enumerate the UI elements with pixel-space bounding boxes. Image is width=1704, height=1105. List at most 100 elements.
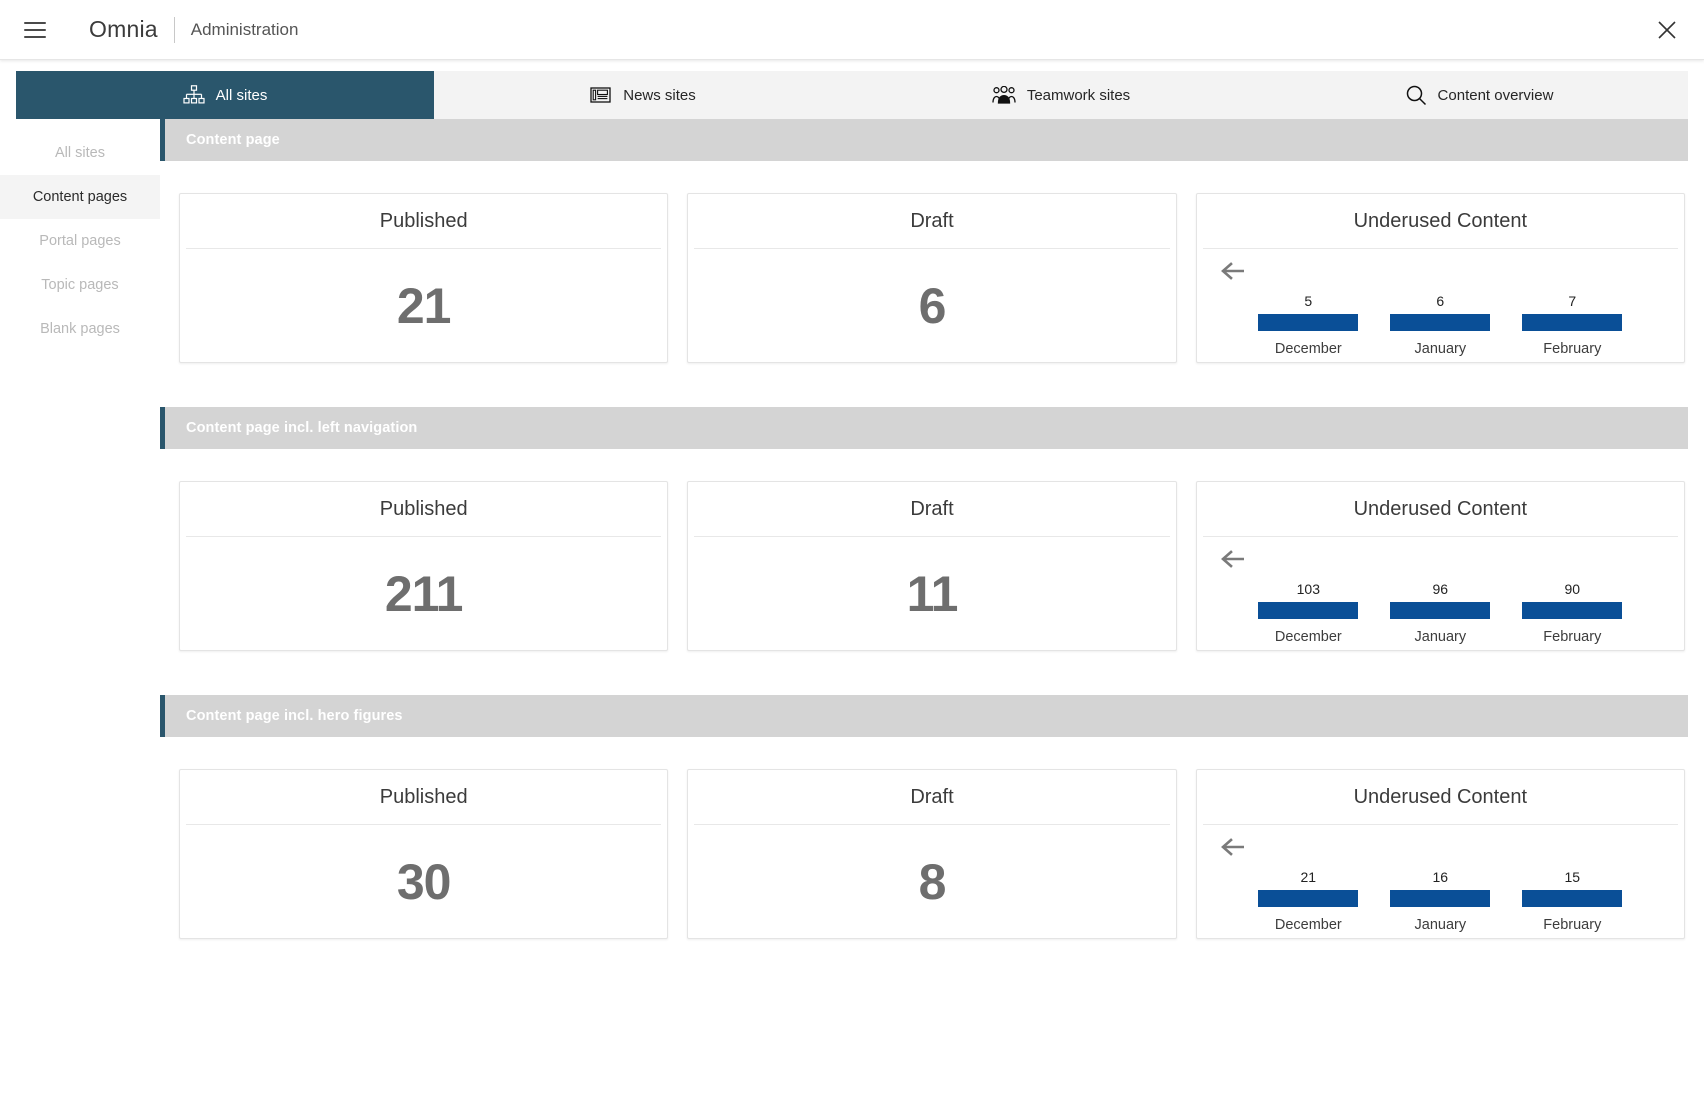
card-body: 21 December 16 January 15 February bbox=[1197, 825, 1684, 938]
page-subtitle: Administration bbox=[190, 19, 299, 39]
search-icon bbox=[1405, 84, 1427, 106]
card-title: Published bbox=[186, 770, 662, 825]
card-title: Underused Content bbox=[1202, 482, 1678, 537]
card-title: Underused Content bbox=[1202, 770, 1678, 825]
back-arrow-icon[interactable] bbox=[1219, 257, 1247, 285]
hamburger-menu-icon[interactable] bbox=[24, 21, 46, 38]
draft-count: 8 bbox=[918, 853, 947, 910]
bar-rect bbox=[1258, 889, 1359, 907]
sidebar-item-label: All sites bbox=[55, 145, 105, 161]
card-title: Published bbox=[186, 482, 662, 537]
bar-value: 96 bbox=[1432, 580, 1449, 597]
back-arrow-icon[interactable] bbox=[1219, 833, 1247, 861]
bar-column: 16 January bbox=[1390, 870, 1491, 933]
bar-rect bbox=[1522, 889, 1623, 907]
published-count: 30 bbox=[396, 853, 452, 910]
sidebar-item-topic-pages[interactable]: Topic pages bbox=[0, 263, 160, 307]
sidebar-item-all-sites[interactable]: All sites bbox=[0, 131, 160, 175]
sitemap-icon bbox=[183, 85, 205, 105]
bar-value: 21 bbox=[1300, 868, 1317, 885]
bar-label: January bbox=[1414, 340, 1467, 357]
bar-label: December bbox=[1274, 916, 1342, 933]
tab-label: Content overview bbox=[1437, 86, 1554, 104]
back-arrow-icon[interactable] bbox=[1219, 545, 1247, 573]
bar-column: 90 February bbox=[1522, 582, 1623, 645]
bar-rect bbox=[1258, 601, 1359, 619]
draft-card: Draft 8 bbox=[687, 769, 1177, 939]
sidebar-item-label: Portal pages bbox=[39, 233, 121, 249]
bar-chart: 21 December 16 January 15 February bbox=[1197, 870, 1684, 933]
bar-label: December bbox=[1274, 628, 1342, 645]
top-bar: Omnia Administration bbox=[0, 0, 1704, 60]
tab-news-sites[interactable]: News sites bbox=[434, 71, 852, 119]
card-body: 5 December 6 January 7 February bbox=[1197, 249, 1684, 362]
sidebar-item-content-pages[interactable]: Content pages bbox=[0, 175, 160, 219]
underused-content-card: Underused Content 21 December 16 January… bbox=[1195, 769, 1685, 939]
section-header: Content page incl. left navigation bbox=[160, 407, 1688, 449]
published-card: Published 211 bbox=[179, 481, 669, 651]
tab-label: Teamwork sites bbox=[1026, 86, 1131, 104]
bar-rect bbox=[1390, 313, 1491, 331]
sidebar-item-portal-pages[interactable]: Portal pages bbox=[0, 219, 160, 263]
bar-label: February bbox=[1543, 628, 1602, 645]
tab-content-overview[interactable]: Content overview bbox=[1270, 71, 1688, 119]
draft-count: 11 bbox=[906, 565, 959, 622]
bar-column: 21 December bbox=[1258, 868, 1359, 933]
bar-chart: 5 December 6 January 7 February bbox=[1197, 294, 1684, 357]
bar-rect bbox=[1258, 313, 1359, 331]
tab-label: All sites bbox=[215, 86, 268, 104]
sidebar-item-label: Content pages bbox=[32, 189, 128, 205]
app-title: Omnia bbox=[89, 16, 158, 42]
bar-rect bbox=[1390, 889, 1491, 907]
people-group-icon bbox=[992, 86, 1016, 104]
section-title: Content page incl. hero figures bbox=[186, 708, 403, 724]
bar-label: January bbox=[1414, 916, 1467, 933]
draft-card: Draft 11 bbox=[687, 481, 1177, 651]
section-title: Content page incl. left navigation bbox=[186, 420, 418, 436]
main-content: Content page Published 21 Draft 6 Underu bbox=[160, 119, 1704, 1105]
sidebar-item-blank-pages[interactable]: Blank pages bbox=[0, 307, 160, 351]
card-body: 6 bbox=[688, 249, 1175, 362]
card-title: Published bbox=[186, 194, 662, 249]
sidebar: All sites Content pages Portal pages Top… bbox=[0, 119, 160, 1105]
section-content-page: Content page Published 21 Draft 6 Underu bbox=[160, 119, 1688, 363]
card-body: 11 bbox=[688, 537, 1175, 650]
draft-card: Draft 6 bbox=[687, 193, 1177, 363]
published-card: Published 21 bbox=[179, 193, 669, 363]
underused-content-card: Underused Content 5 December 6 January 7… bbox=[1195, 193, 1685, 363]
card-title: Draft bbox=[694, 770, 1170, 825]
tab-strip: All sites News sites Teamwork sites Cont… bbox=[16, 71, 1688, 119]
card-row: Published 30 Draft 8 Underused Content 2… bbox=[160, 769, 1688, 939]
published-card: Published 30 bbox=[179, 769, 669, 939]
section-header: Content page incl. hero figures bbox=[160, 695, 1688, 737]
section-content-page-left-nav: Content page incl. left navigation Publi… bbox=[160, 407, 1688, 651]
card-body: 8 bbox=[688, 825, 1175, 938]
brand-area: Omnia Administration bbox=[89, 16, 298, 43]
close-icon[interactable] bbox=[1652, 15, 1682, 45]
bar-label: December bbox=[1274, 340, 1342, 357]
bar-rect bbox=[1390, 601, 1491, 619]
card-row: Published 21 Draft 6 Underused Content 5… bbox=[160, 193, 1688, 363]
bar-column: 5 December bbox=[1258, 292, 1359, 357]
section-content-page-hero: Content page incl. hero figures Publishe… bbox=[160, 695, 1688, 939]
card-title: Draft bbox=[694, 194, 1170, 249]
newspaper-icon bbox=[590, 86, 612, 104]
bar-label: January bbox=[1414, 628, 1467, 645]
bar-value: 7 bbox=[1568, 292, 1577, 309]
bar-column: 7 February bbox=[1522, 292, 1623, 357]
bar-rect bbox=[1522, 601, 1623, 619]
bar-column: 6 January bbox=[1390, 294, 1491, 357]
bar-rect bbox=[1522, 313, 1623, 331]
bar-value: 15 bbox=[1564, 868, 1581, 885]
bar-value: 5 bbox=[1304, 292, 1313, 309]
tab-teamwork-sites[interactable]: Teamwork sites bbox=[852, 71, 1270, 119]
tab-all-sites[interactable]: All sites bbox=[16, 71, 434, 119]
bar-chart: 103 December 96 January 90 February bbox=[1197, 582, 1684, 645]
section-header: Content page bbox=[160, 119, 1688, 161]
card-body: 211 bbox=[180, 537, 667, 650]
sidebar-item-label: Blank pages bbox=[40, 321, 120, 337]
published-count: 21 bbox=[396, 277, 452, 334]
bar-column: 15 February bbox=[1522, 868, 1623, 933]
draft-count: 6 bbox=[918, 277, 947, 334]
card-body: 30 bbox=[180, 825, 667, 938]
